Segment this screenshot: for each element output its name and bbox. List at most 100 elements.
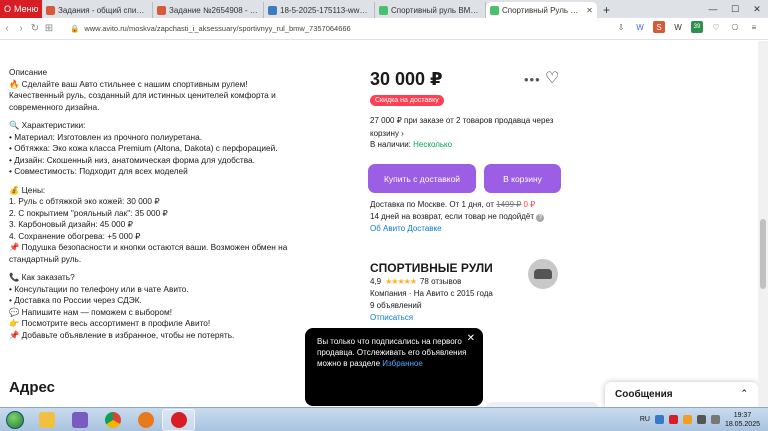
chevron-up-icon[interactable]: ⌃ — [740, 388, 748, 399]
stock-label: В наличии: — [370, 140, 411, 149]
tab-2[interactable]: 18-5-2025-175113-www-a — [264, 2, 375, 18]
messages-label: Сообщения — [615, 389, 673, 400]
tab-close-icon[interactable]: ✕ — [586, 6, 593, 15]
back-icon[interactable]: ‹ — [0, 23, 14, 34]
flag-icon[interactable] — [682, 415, 692, 424]
browser-menu-button[interactable]: O Меню — [0, 0, 42, 18]
new-tab-button[interactable]: + — [597, 2, 616, 18]
scrollbar-thumb[interactable] — [760, 219, 766, 289]
bundle-offer-link[interactable]: 27 000 ₽ при заказе от 2 товаров продавц… — [370, 114, 560, 140]
avito-delivery-link[interactable]: Об Авито Доставке — [370, 223, 544, 235]
volume-icon[interactable] — [710, 415, 720, 424]
stock-value: Несколько — [413, 140, 453, 149]
tab-title: Задание №2654908 - про — [169, 5, 259, 15]
tab-title: Спортивный руль BMW - — [391, 5, 481, 15]
order-line: • Доставка по России через СДЭК. — [9, 295, 142, 305]
speed-dial-icon[interactable]: ⊞ — [42, 23, 56, 34]
tab-favicon-icon — [379, 5, 388, 15]
buy-with-delivery-button[interactable]: Купить с доставкой — [368, 164, 476, 193]
delivery-info: Доставка по Москве. От 1 дня, от 1499 ₽ … — [370, 199, 545, 235]
page-scrollbar[interactable] — [758, 41, 768, 407]
seller-rating[interactable]: 4,9 ★★★★★ 78 отзывов — [370, 277, 461, 286]
add-to-cart-button[interactable]: В корзину — [484, 164, 561, 193]
seller-avatar[interactable] — [528, 259, 558, 289]
tab-1[interactable]: Задание №2654908 - про — [153, 2, 264, 18]
tab-favicon-icon — [46, 5, 55, 15]
reload-icon[interactable]: ↻ — [28, 23, 42, 34]
favorite-heart-icon[interactable]: ♡ — [545, 68, 559, 88]
toast-favorites-link[interactable]: Избранное — [382, 359, 423, 368]
antivirus-icon[interactable] — [668, 415, 678, 424]
taskbar-chrome[interactable] — [96, 409, 129, 431]
minimize-icon[interactable]: — — [702, 0, 724, 18]
heart-extension-icon[interactable]: ♡ — [710, 21, 722, 33]
snapshot-icon[interactable]: ⎔ — [729, 21, 741, 33]
tab-favicon-icon — [268, 5, 277, 15]
menu-label: Меню — [14, 4, 39, 14]
taskbar-firefox[interactable] — [129, 409, 162, 431]
delivery-line: Доставка по Москве. От 1 дня, от — [370, 200, 494, 209]
extensions-bar: ⇩ W S W 39 ♡ ⎔ ≡ — [615, 21, 760, 33]
tab-title: Спортивный Руль BMW с — [502, 5, 583, 15]
clock-date: 18.05.2025 — [724, 420, 760, 428]
badge-extension-icon[interactable]: 39 — [691, 21, 703, 33]
download-icon[interactable]: ⇩ — [615, 21, 627, 33]
start-button[interactable] — [0, 409, 30, 431]
tab-active[interactable]: Спортивный Руль BMW с ✕ — [486, 2, 597, 18]
w-extension-icon[interactable]: W — [634, 21, 646, 33]
help-icon[interactable] — [654, 415, 664, 424]
description: Описание 🔥 Сделайте ваш Авто стильнее с … — [9, 67, 309, 341]
subscription-toast: ✕ Вы только что подписались на первого п… — [305, 328, 483, 406]
url-text: www.avito.ru/moskva/zapchasti_i_aksessua… — [84, 24, 351, 33]
forward-icon[interactable]: › — [14, 23, 28, 34]
info-icon[interactable]: ? — [536, 214, 545, 222]
discount-badge: Скидка на доставку — [370, 95, 444, 106]
order-line: 💬 Напишите нам — поможем с выбором! — [9, 306, 173, 317]
opera-logo-icon: O — [4, 4, 12, 14]
s-extension-icon[interactable]: S — [653, 21, 665, 33]
prices-heading: 💰 Цены: — [9, 184, 46, 195]
url-field[interactable]: 🔒 www.avito.ru/moskva/zapchasti_i_aksess… — [70, 24, 351, 33]
language-indicator[interactable]: RU — [640, 416, 650, 423]
price-line: 📌 Подушка безопасности и кнопки остаются… — [9, 242, 290, 264]
seller-ads-count[interactable]: 9 объявлений — [370, 301, 421, 310]
item-price: 30 000 ₽ — [370, 69, 443, 89]
network-icon[interactable] — [696, 415, 706, 424]
system-tray: RU 19:37 18.05.2025 — [640, 411, 768, 429]
taskbar-media[interactable] — [63, 409, 96, 431]
taskbar-explorer[interactable] — [30, 409, 63, 431]
tab-favicon-icon — [490, 5, 499, 15]
rating-stars-icon: ★★★★★ — [385, 277, 417, 286]
messages-panel[interactable]: Сообщения ⌃ — [605, 382, 758, 407]
feature-line: • Обтяжка: Эко кожа класса Premium (Alto… — [9, 143, 278, 153]
maximize-icon[interactable]: ☐ — [724, 0, 746, 18]
firefox-icon — [137, 411, 154, 428]
rating-value: 4,9 — [370, 277, 382, 286]
page-content: Описание 🔥 Сделайте ваш Авто стильнее с … — [0, 41, 758, 407]
tab-3[interactable]: Спортивный руль BMW - — [375, 2, 486, 18]
close-window-icon[interactable]: ✕ — [746, 0, 768, 18]
features-heading: 🔍 Характеристики: — [9, 120, 86, 130]
tab-0[interactable]: Задания - общий список - — [42, 2, 153, 18]
toast-close-icon[interactable]: ✕ — [467, 333, 475, 344]
stock-status: В наличии: Несколько — [370, 140, 452, 149]
address-bar: ‹ › ↻ ⊞ 🔒 www.avito.ru/moskva/zapchasti_… — [0, 18, 768, 40]
feature-line: • Дизайн: Скошенный низ, анатомическая ф… — [9, 154, 255, 165]
more-options-icon[interactable]: ••• — [524, 72, 541, 87]
seller-name[interactable]: СПОРТИВНЫЕ РУЛИ — [370, 261, 493, 275]
price-line: 2. С покрытием "рояльный лак": 35 000 ₽ — [9, 207, 168, 218]
taskbar-opera[interactable] — [162, 408, 195, 431]
delivery-old-price: 1499 ₽ — [496, 200, 522, 209]
lock-icon: 🔒 — [70, 24, 80, 33]
tab-title: Задания - общий список - — [58, 5, 148, 15]
order-line: 👉 Посмотрите весь ассортимент в профиле … — [9, 318, 211, 328]
tab-title: 18-5-2025-175113-www-a — [280, 5, 370, 15]
clock[interactable]: 19:37 18.05.2025 — [725, 411, 760, 429]
price-line: 1. Руль с обтяжкой эко кожей: 30 000 ₽ — [9, 196, 160, 206]
w2-extension-icon[interactable]: W — [672, 21, 684, 33]
clock-time: 19:37 — [733, 411, 752, 419]
unsubscribe-link[interactable]: Отписаться — [370, 313, 413, 322]
price-line: 3. Карбоновый дизайн: 45 000 ₽ — [9, 219, 133, 229]
description-heading: Описание — [9, 67, 48, 77]
settings-icon[interactable]: ≡ — [748, 21, 760, 33]
